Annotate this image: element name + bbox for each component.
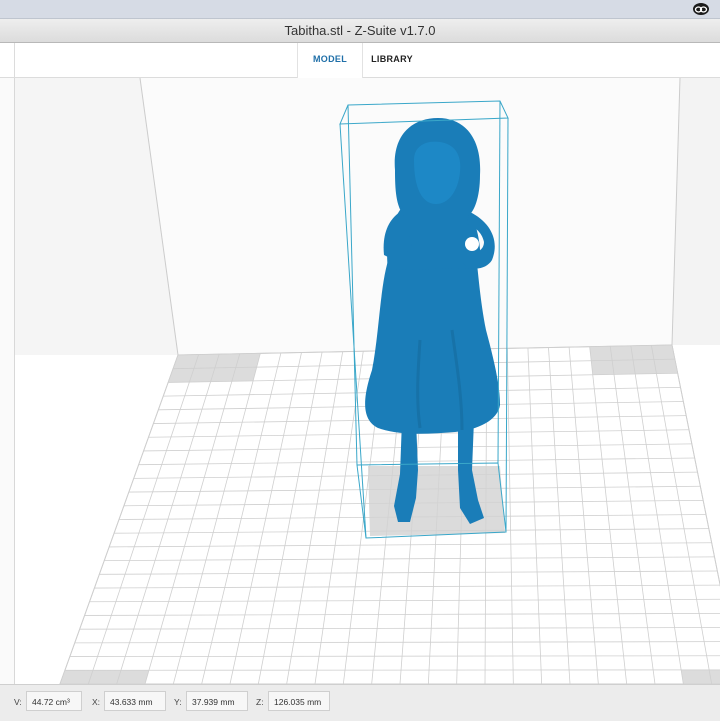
window-title: Tabitha.stl - Z-Suite v1.7.0 xyxy=(284,23,435,38)
tab-model[interactable]: MODEL xyxy=(297,43,363,78)
grid-tile-shaded xyxy=(610,346,633,360)
grid-tile-shaded xyxy=(612,360,635,374)
grid-tile-shaded xyxy=(117,670,149,684)
y-dimension-field: 37.939 mm xyxy=(186,691,248,711)
status-bar: V: 44.72 cm³ X: 43.633 mm Y: 37.939 mm Z… xyxy=(0,684,720,721)
grid-tile-shaded xyxy=(633,360,656,374)
grid-tile-shaded xyxy=(591,360,614,374)
z-label: Z: xyxy=(256,697,264,707)
3d-viewport[interactable] xyxy=(0,78,720,684)
y-label: Y: xyxy=(174,697,182,707)
toolbar-left-panel xyxy=(0,43,15,77)
grid-tile-shaded xyxy=(590,346,612,360)
volume-field: 44.72 cm³ xyxy=(26,691,82,711)
creative-cloud-icon[interactable] xyxy=(692,2,710,16)
grid-tile-shaded xyxy=(88,670,121,684)
x-dimension-field: 43.633 mm xyxy=(104,691,166,711)
grid-tile-shaded xyxy=(60,670,93,684)
z-dimension-field: 126.035 mm xyxy=(268,691,330,711)
grid-tile-shaded xyxy=(681,670,712,684)
window-titlebar: Tabitha.stl - Z-Suite v1.7.0 xyxy=(0,19,720,43)
grid-tile-shaded xyxy=(651,345,674,360)
model-arm-gap xyxy=(465,237,479,251)
grid-tile-shaded xyxy=(654,359,678,374)
left-panel-edge xyxy=(0,78,15,684)
model-shadow xyxy=(368,466,505,536)
system-menubar xyxy=(0,0,720,19)
tab-library[interactable]: LIBRARY xyxy=(362,43,422,77)
build-volume-scene[interactable] xyxy=(0,78,720,684)
top-toolbar: MODEL LIBRARY xyxy=(0,43,720,78)
grid-tile-shaded xyxy=(631,345,654,360)
volume-label: V: xyxy=(14,697,22,707)
x-label: X: xyxy=(92,697,100,707)
